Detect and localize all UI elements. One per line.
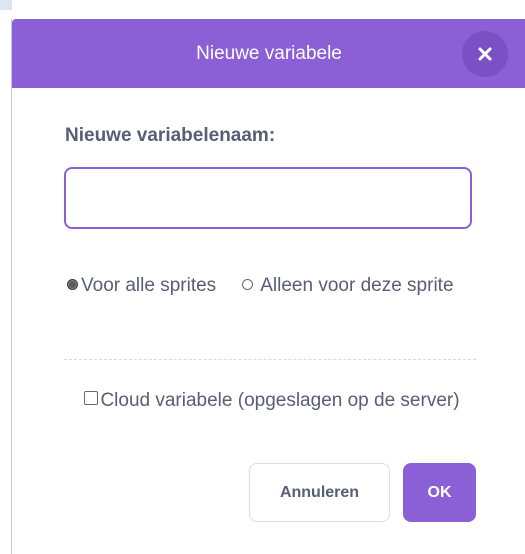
close-x-icon bbox=[478, 47, 492, 61]
scope-this-sprite-label: Alleen voor deze sprite bbox=[260, 275, 454, 296]
scope-this-sprite-option[interactable]: Alleen voor deze sprite bbox=[242, 274, 462, 298]
background-strip bbox=[0, 0, 525, 19]
background-fragment bbox=[0, 0, 12, 10]
radio-selected-icon[interactable] bbox=[67, 279, 78, 290]
cloud-variable-label: Cloud variabele (opgeslagen op de server… bbox=[100, 390, 460, 411]
close-button[interactable] bbox=[462, 31, 508, 77]
variable-name-input[interactable] bbox=[64, 167, 472, 229]
dialog-header: Nieuwe variabele bbox=[12, 19, 525, 88]
scope-all-sprites-option[interactable]: Voor alle sprites bbox=[67, 274, 217, 298]
scope-all-sprites-label: Voor alle sprites bbox=[81, 275, 217, 296]
cloud-checkbox[interactable] bbox=[84, 391, 99, 405]
dialog-title: Nieuwe variabele bbox=[196, 43, 342, 64]
cancel-button[interactable]: Annuleren bbox=[249, 463, 390, 522]
cloud-variable-option[interactable]: Cloud variabele (opgeslagen op de server… bbox=[72, 389, 472, 413]
ok-button[interactable]: OK bbox=[403, 463, 476, 522]
radio-unselected-icon[interactable] bbox=[242, 279, 253, 290]
dialog-divider bbox=[64, 359, 476, 360]
variable-name-label: Nieuwe variabelenaam: bbox=[65, 125, 276, 146]
new-variable-dialog: Nieuwe variabele Nieuwe variabelenaam: V… bbox=[11, 19, 525, 554]
